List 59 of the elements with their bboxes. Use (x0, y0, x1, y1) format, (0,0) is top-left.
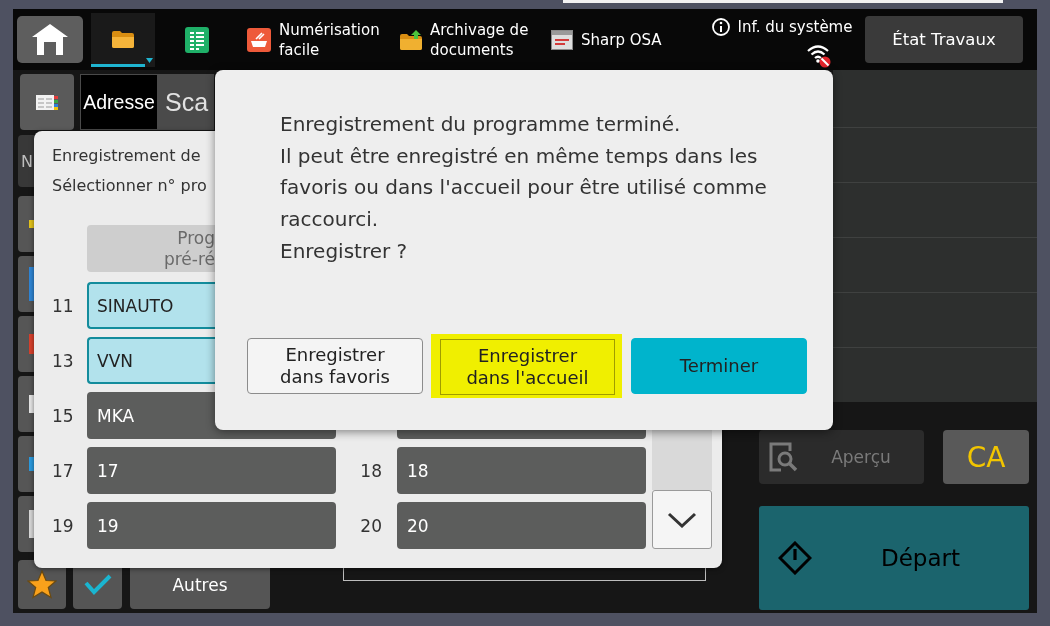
slot-number: 20 (359, 514, 383, 538)
home-button[interactable] (17, 16, 83, 63)
program-slot[interactable]: 20 (397, 502, 646, 549)
folder-icon (112, 31, 134, 48)
slot-number: 17 (52, 459, 75, 483)
tile-icon (29, 267, 34, 301)
chevron-down-icon (667, 511, 697, 528)
tile-icon (29, 510, 34, 538)
slot-number: 19 (52, 514, 75, 538)
program-slot[interactable]: 19 (87, 502, 336, 549)
side-tile[interactable] (18, 256, 34, 312)
app-window-icon (551, 29, 573, 50)
program-slot[interactable]: VVN (87, 337, 215, 384)
program-slot[interactable]: SINAUTO (87, 282, 215, 329)
tile-icon (29, 334, 34, 354)
job-status-button[interactable]: État Travaux (865, 16, 1023, 63)
document-list-icon (185, 26, 209, 53)
scan-shortcut[interactable]: Numérisation facile (247, 19, 383, 60)
side-tile[interactable] (18, 316, 34, 372)
info-icon (711, 18, 730, 36)
program-slot[interactable]: 17 (87, 447, 336, 494)
check-icon (83, 574, 112, 595)
star-icon (27, 570, 57, 599)
finish-button[interactable]: Terminer (631, 338, 807, 394)
address-button[interactable]: Adresse (80, 74, 158, 130)
slot-number: 15 (52, 404, 75, 428)
tile-icon (29, 457, 34, 471)
save-favorites-button[interactable]: Enregistrer dans favoris (247, 338, 423, 394)
tile-icon (29, 220, 34, 228)
scrollbar-track[interactable] (652, 430, 712, 490)
address-book-button[interactable] (20, 74, 74, 130)
dialog-instruction: Sélectionner n° pro (52, 175, 207, 197)
slot-number: 18 (359, 459, 383, 483)
side-tile[interactable] (18, 376, 34, 432)
app-shortcut[interactable]: Sharp OSA (551, 29, 662, 50)
dialog-title: Enregistrement de (52, 145, 201, 167)
side-tab[interactable]: N (18, 135, 34, 187)
folder-tab[interactable] (91, 12, 155, 67)
program-slot[interactable]: 18 (397, 447, 646, 494)
folder-upload-icon (400, 29, 422, 50)
favorites-button[interactable] (18, 560, 66, 609)
scanner-icon (247, 27, 271, 52)
slot-number: 13 (52, 349, 75, 373)
dialog-message: Enregistrement du programme terminé. Il peut être enregistré en même temps dans les favoris ou dans l'accueil pour être utilisé comme raccourci. Enregistrer ? (280, 111, 768, 265)
slot-number: 11 (52, 294, 75, 318)
home-icon (32, 24, 68, 55)
start-icon (778, 541, 812, 575)
side-tile[interactable] (18, 196, 34, 252)
save-home-button[interactable]: Enregistrer dans l'accueil (431, 334, 622, 398)
archive-shortcut[interactable]: Archivage de documents (400, 19, 534, 60)
side-tile[interactable] (18, 496, 34, 552)
preview-icon (768, 442, 798, 472)
mode-title: Sca (158, 74, 214, 130)
side-tile[interactable] (18, 436, 34, 492)
scroll-down-button[interactable] (652, 490, 712, 549)
clear-all-button[interactable]: CA (943, 430, 1029, 484)
address-book-icon (36, 94, 58, 110)
system-info-button[interactable]: Inf. du système (711, 17, 853, 37)
dropdown-triangle-icon (146, 57, 153, 63)
